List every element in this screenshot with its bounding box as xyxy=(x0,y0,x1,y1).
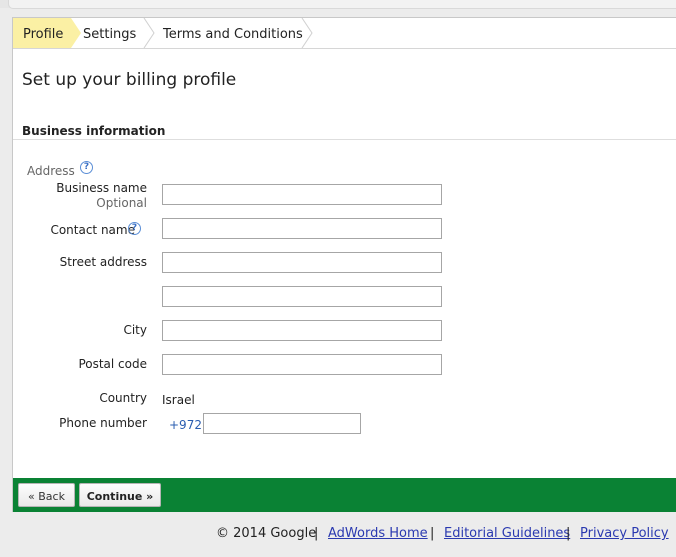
business-name-input[interactable] xyxy=(162,184,442,205)
city-input[interactable] xyxy=(162,320,442,341)
street-address-line1-input[interactable] xyxy=(162,252,442,273)
postal-code-input[interactable] xyxy=(162,354,442,375)
postal-code-label: Postal code xyxy=(78,357,147,371)
contact-name-label: Contact name xyxy=(50,223,135,237)
page-title: Set up your billing profile xyxy=(22,70,237,90)
section-divider xyxy=(13,139,676,140)
billing-panel: Profile Settings Terms and Conditions Se… xyxy=(12,17,676,512)
help-icon[interactable]: ? xyxy=(80,161,93,174)
action-bar: « Back Continue » xyxy=(13,478,676,512)
adwords-home-link[interactable]: AdWords Home xyxy=(328,526,428,541)
optional-label: Optional xyxy=(96,196,147,210)
street-address-line2-input[interactable] xyxy=(162,286,442,307)
copyright-text: © 2014 Google xyxy=(216,526,317,541)
footer-separator: | xyxy=(430,526,435,541)
footer-separator: | xyxy=(566,526,571,541)
continue-button[interactable]: Continue » xyxy=(79,483,161,507)
step-profile[interactable]: Profile xyxy=(13,18,81,48)
phone-number-label: Phone number xyxy=(59,416,147,430)
business-name-label: Business name xyxy=(56,181,147,195)
country-label: Country xyxy=(99,391,147,405)
phone-number-input[interactable] xyxy=(203,413,361,434)
phone-country-code[interactable]: +972 xyxy=(169,418,202,432)
help-icon[interactable]: ? xyxy=(128,222,141,235)
step-settings[interactable]: Settings xyxy=(83,18,136,48)
contact-name-input[interactable] xyxy=(162,218,442,239)
address-label: Address xyxy=(27,164,75,178)
step-terms-and-conditions[interactable]: Terms and Conditions xyxy=(163,18,303,48)
footer-separator: | xyxy=(314,526,319,541)
privacy-policy-link[interactable]: Privacy Policy xyxy=(580,526,669,541)
street-address-label: Street address xyxy=(59,255,147,269)
step-separator-icon xyxy=(143,18,155,48)
back-button[interactable]: « Back xyxy=(18,483,75,507)
step-bar: Profile Settings Terms and Conditions xyxy=(13,18,676,49)
top-strip xyxy=(0,0,676,9)
section-title: Business information xyxy=(22,124,166,138)
city-label: City xyxy=(123,323,147,337)
editorial-guidelines-link[interactable]: Editorial Guidelines xyxy=(444,526,570,541)
country-value: Israel xyxy=(162,393,195,407)
